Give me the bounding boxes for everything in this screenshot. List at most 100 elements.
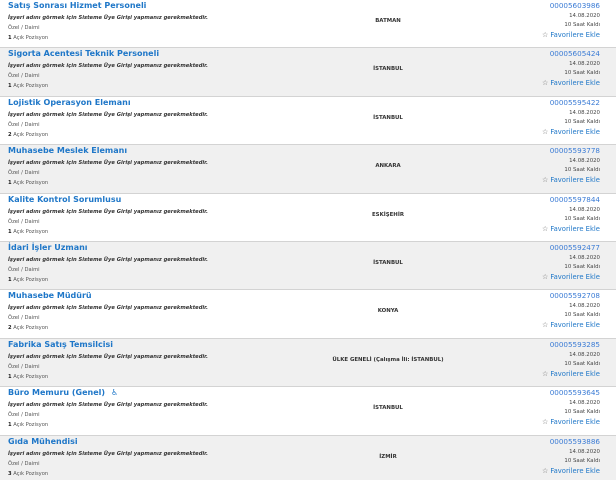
star-icon: ☆ bbox=[542, 224, 549, 233]
open-positions-label: Açık Pozisyon bbox=[13, 470, 49, 477]
job-title-text: Satış Sonrası Hizmet Personeli bbox=[8, 1, 147, 10]
open-positions: 3 Açık Pozisyon bbox=[8, 471, 48, 477]
add-to-favorites-button[interactable]: ☆ Favorilere Ekle bbox=[542, 31, 600, 39]
job-code-link[interactable]: 00005593285 bbox=[550, 340, 600, 349]
job-code-link[interactable]: 00005592477 bbox=[550, 243, 600, 252]
star-icon: ☆ bbox=[542, 321, 549, 330]
open-positions-count: 1 bbox=[8, 422, 12, 429]
open-positions-count: 1 bbox=[8, 228, 12, 235]
employer-hidden-note: İşyeri adını görmek için Sisteme Üye Gir… bbox=[8, 402, 208, 409]
accessible-job-icon: ♿ bbox=[111, 388, 119, 398]
job-city: İSTANBUL bbox=[373, 259, 403, 266]
open-positions: 2 Açık Pozisyon bbox=[8, 325, 48, 331]
job-row: Sigorta Acentesi Teknik Personeli İşyeri… bbox=[0, 48, 616, 97]
job-code-link[interactable]: 00005603986 bbox=[550, 1, 600, 10]
job-code-link[interactable]: 00005593645 bbox=[550, 388, 600, 397]
add-to-favorites-label: Favorilere Ekle bbox=[550, 31, 600, 39]
add-to-favorites-label: Favorilere Ekle bbox=[550, 272, 600, 281]
job-title-link[interactable]: Kalite Kontrol Sorumlusu bbox=[8, 195, 127, 204]
employer-hidden-note: İşyeri adını görmek için Sisteme Üye Gir… bbox=[8, 256, 208, 263]
time-remaining: 10 Saat Kaldı bbox=[564, 22, 600, 28]
add-to-favorites-button[interactable]: ☆ Favorilere Ekle bbox=[542, 418, 600, 426]
job-city: İSTANBUL bbox=[373, 114, 403, 121]
job-code-link[interactable]: 00005595422 bbox=[550, 98, 600, 107]
job-code-link[interactable]: 00005593778 bbox=[550, 146, 600, 155]
open-positions: 1 Açık Pozisyon bbox=[8, 83, 48, 89]
job-row: Kalite Kontrol Sorumlusu İşyeri adını gö… bbox=[0, 194, 616, 242]
open-positions: 2 Açık Pozisyon bbox=[8, 132, 48, 138]
job-title-link[interactable]: Muhasebe Müdürü bbox=[8, 291, 98, 300]
job-title-link[interactable]: Satış Sonrası Hizmet Personeli bbox=[8, 1, 152, 10]
job-city: İSTANBUL bbox=[373, 405, 403, 412]
job-date: 14.08.2020 bbox=[569, 303, 600, 310]
add-to-favorites-label: Favorilere Ekle bbox=[550, 321, 600, 330]
open-positions: 1 Açık Pozisyon bbox=[8, 374, 48, 380]
job-code-link[interactable]: 00005605424 bbox=[550, 49, 600, 58]
job-row: Muhasebe Müdürü İşyeri adını görmek için… bbox=[0, 290, 616, 339]
star-icon: ☆ bbox=[542, 127, 549, 136]
job-type: Özel / Daimi bbox=[8, 73, 40, 80]
job-type: Özel / Daimi bbox=[8, 25, 40, 31]
job-row: İdari İşler Uzmanı İşyeri adını görmek i… bbox=[0, 241, 616, 291]
open-positions: 1 Açık Pozisyon bbox=[8, 277, 48, 283]
job-title-link[interactable]: Fabrika Satış Temsilcisi bbox=[8, 340, 119, 349]
open-positions: 1 Açık Pozisyon bbox=[8, 422, 48, 428]
job-code-link[interactable]: 00005593886 bbox=[550, 437, 600, 446]
job-title-link[interactable]: Büro Memuru (Genel) ♿ bbox=[8, 388, 118, 397]
add-to-favorites-label: Favorilere Ekle bbox=[550, 418, 600, 427]
add-to-favorites-button[interactable]: ☆ Favorilere Ekle bbox=[542, 176, 600, 184]
add-to-favorites-label: Favorilere Ekle bbox=[550, 127, 600, 136]
time-remaining: 10 Saat Kaldı bbox=[564, 409, 600, 416]
job-title-link[interactable]: Sigorta Acentesi Teknik Personeli bbox=[8, 49, 165, 58]
job-city: İZMİR bbox=[379, 453, 397, 460]
open-positions-count: 1 bbox=[8, 35, 12, 41]
job-row: Büro Memuru (Genel) ♿ İşyeri adını görmek… bbox=[0, 387, 616, 436]
job-title-text: Kalite Kontrol Sorumlusu bbox=[8, 194, 122, 204]
job-title-link[interactable]: Lojistik Operasyon Elemanı bbox=[8, 98, 137, 107]
time-remaining: 10 Saat Kaldı bbox=[564, 312, 600, 319]
job-type: Özel / Daimi bbox=[8, 170, 40, 177]
open-positions-label: Açık Pozisyon bbox=[13, 83, 49, 90]
job-code-link[interactable]: 00005597844 bbox=[550, 195, 600, 204]
add-to-favorites-button[interactable]: ☆ Favorilere Ekle bbox=[542, 128, 600, 136]
star-icon: ☆ bbox=[542, 418, 549, 427]
add-to-favorites-button[interactable]: ☆ Favorilere Ekle bbox=[542, 273, 600, 281]
job-type: Özel / Daimi bbox=[8, 412, 40, 419]
job-title-text: Muhasebe Müdürü bbox=[8, 291, 92, 301]
open-positions-label: Açık Pozisyon bbox=[13, 35, 49, 41]
job-type: Özel / Daimi bbox=[8, 315, 40, 322]
job-title-link[interactable]: Muhasebe Meslek Elemanı bbox=[8, 146, 133, 155]
star-icon: ☆ bbox=[542, 369, 549, 378]
open-positions: 1 Açık Pozisyon bbox=[8, 35, 48, 41]
job-title-link[interactable]: Gıda Mühendisi bbox=[8, 437, 84, 446]
open-positions: 1 Açık Pozisyon bbox=[8, 180, 48, 186]
job-date: 14.08.2020 bbox=[569, 351, 600, 358]
add-to-favorites-button[interactable]: ☆ Favorilere Ekle bbox=[542, 467, 600, 475]
open-positions-count: 2 bbox=[8, 131, 12, 138]
open-positions-count: 1 bbox=[8, 276, 12, 283]
job-title-link[interactable]: İdari İşler Uzmanı bbox=[8, 243, 94, 252]
add-to-favorites-button[interactable]: ☆ Favorilere Ekle bbox=[542, 321, 600, 329]
add-to-favorites-button[interactable]: ☆ Favorilere Ekle bbox=[542, 79, 600, 87]
job-type: Özel / Daimi bbox=[8, 363, 40, 370]
job-type: Özel / Daimi bbox=[8, 266, 40, 273]
star-icon: ☆ bbox=[542, 176, 549, 185]
open-positions-count: 3 bbox=[8, 470, 12, 477]
time-remaining: 10 Saat Kaldı bbox=[564, 360, 600, 367]
add-to-favorites-label: Favorilere Ekle bbox=[550, 224, 600, 233]
employer-hidden-note: İşyeri adını görmek için Sisteme Üye Gir… bbox=[8, 208, 208, 215]
job-code-link[interactable]: 00005592708 bbox=[550, 291, 600, 300]
open-positions-count: 1 bbox=[8, 83, 12, 90]
job-type: Özel / Daimi bbox=[8, 218, 40, 225]
add-to-favorites-label: Favorilere Ekle bbox=[550, 369, 600, 378]
employer-hidden-note: İşyeri adını görmek için Sisteme Üye Gir… bbox=[8, 450, 208, 457]
job-type: Özel / Daimi bbox=[8, 460, 40, 467]
job-title-text: Büro Memuru (Genel) bbox=[8, 388, 106, 398]
job-date: 14.08.2020 bbox=[569, 109, 600, 116]
job-row: Lojistik Operasyon Elemanı İşyeri adını … bbox=[0, 97, 616, 146]
add-to-favorites-button[interactable]: ☆ Favorilere Ekle bbox=[542, 370, 600, 378]
add-to-favorites-button[interactable]: ☆ Favorilere Ekle bbox=[542, 225, 600, 233]
time-remaining: 10 Saat Kaldı bbox=[564, 457, 600, 464]
open-positions-label: Açık Pozisyon bbox=[13, 131, 49, 138]
job-city: İSTANBUL bbox=[373, 66, 403, 73]
